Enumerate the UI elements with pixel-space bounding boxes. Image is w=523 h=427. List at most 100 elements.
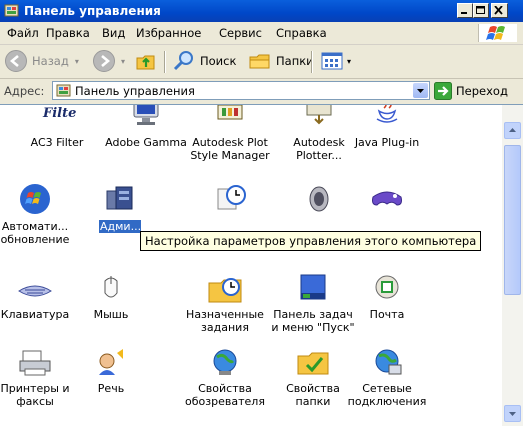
title-bar[interactable]: Панель управления	[0, 0, 523, 22]
item-label-selected: Адми... ов...	[99, 220, 141, 233]
up-button[interactable]	[134, 49, 158, 73]
speech-icon	[99, 349, 123, 375]
keyboard-icon	[18, 285, 52, 297]
address-bar: Адрес: Панель управления Переход	[0, 79, 523, 103]
search-label: Поиск	[200, 54, 237, 68]
mail-icon	[375, 275, 399, 299]
item-java-plugin[interactable]: Java Plug-in	[344, 105, 430, 149]
address-value: Панель управления	[75, 84, 195, 98]
item-label: Автомати... обновление	[0, 220, 70, 246]
toolbar-separator	[311, 51, 313, 73]
item-administrative-tools[interactable]: Адми... ов...	[90, 181, 150, 236]
item-label: Принтеры и факсы	[0, 382, 70, 408]
item-scheduled-tasks[interactable]: Назначенные задания	[175, 273, 275, 334]
item-adobe-gamma[interactable]: Adobe Gamma	[103, 105, 189, 149]
item-ac3-filter[interactable]: Filter AC3 Filter	[14, 105, 100, 149]
search-button[interactable]: Поиск	[172, 49, 236, 73]
item-autodesk-plot-style[interactable]: Autodesk Plot Style Manager	[187, 105, 273, 162]
scroll-thumb[interactable]	[504, 145, 521, 295]
address-dropdown-button[interactable]	[413, 83, 428, 98]
tooltip: Настройка параметров управления этого ко…	[140, 231, 482, 251]
back-label: Назад	[32, 54, 69, 68]
window-title: Панель управления	[24, 4, 161, 18]
toolbar-separator	[164, 51, 166, 73]
toolbar: Назад ▾ ▾ Поиск Папки ▾	[0, 45, 523, 79]
item-label: Свойства папки	[286, 382, 340, 408]
internet-options-icon	[213, 349, 237, 375]
item-mail[interactable]: Почта	[344, 273, 430, 321]
views-dropdown-icon[interactable]: ▾	[347, 57, 351, 66]
network-icon	[375, 349, 402, 375]
item-label: Клавиатура	[0, 308, 70, 321]
item-automatic-updates[interactable]: Автомати... обновление	[0, 181, 70, 246]
java-icon	[376, 105, 398, 123]
minimize-button[interactable]	[457, 3, 473, 18]
chevron-up-icon	[509, 128, 516, 132]
gamepad-icon	[372, 191, 402, 206]
item-label: Панель задач и меню "Пуск"	[271, 308, 355, 334]
scroll-down-button[interactable]	[504, 405, 521, 422]
search-icon	[173, 51, 193, 71]
vertical-scrollbar[interactable]	[502, 104, 523, 426]
clock-icon	[217, 185, 246, 210]
item-game-controllers[interactable]	[344, 181, 430, 220]
forward-dropdown-icon[interactable]: ▾	[121, 57, 125, 66]
svg-text:Filter: Filter	[42, 106, 77, 121]
folders-label: Папки	[276, 54, 314, 68]
item-printers-faxes[interactable]: Принтеры и факсы	[0, 347, 70, 408]
mouse-icon	[104, 276, 118, 298]
folder-options-icon	[297, 352, 329, 375]
item-label: Adobe Gamma	[105, 136, 187, 149]
back-dropdown-icon[interactable]: ▾	[75, 57, 79, 66]
plotter-icon	[306, 105, 332, 125]
folders-button[interactable]: Папки	[248, 49, 314, 73]
back-button[interactable]: Назад ▾	[4, 49, 79, 73]
item-network-connections[interactable]: Сетевые подключения	[344, 347, 430, 408]
go-label: Переход	[456, 84, 508, 98]
windows-update-icon	[20, 184, 50, 214]
item-label: Autodesk Plotter...	[293, 136, 345, 162]
speaker-icon	[309, 186, 329, 212]
close-icon	[494, 6, 503, 15]
item-label: Мышь	[93, 308, 129, 321]
ac3-filter-icon: Filter	[42, 106, 77, 121]
menu-edit[interactable]: Правка	[46, 26, 90, 40]
menu-view[interactable]: Вид	[102, 26, 125, 40]
admin-tools-icon	[106, 186, 133, 210]
scroll-up-button[interactable]	[504, 122, 521, 139]
back-arrow-icon	[5, 50, 27, 72]
address-label: Адрес:	[4, 84, 45, 98]
menu-tools[interactable]: Сервис	[219, 26, 262, 40]
address-field[interactable]: Панель управления	[52, 81, 430, 100]
item-internet-options[interactable]: Свойства обозревателя	[180, 347, 270, 408]
item-label: Autodesk Plot Style Manager	[190, 136, 270, 162]
scheduled-tasks-icon	[208, 278, 242, 303]
item-keyboard[interactable]: Клавиатура	[0, 273, 70, 321]
forward-button[interactable]: ▾	[92, 49, 125, 73]
control-panel-small-icon	[56, 84, 71, 97]
chevron-down-icon	[509, 412, 516, 416]
explorer-window: Панель управления Файл Правка Вид Избран…	[0, 0, 523, 427]
item-label: Почта	[369, 308, 405, 321]
item-speech[interactable]: Речь	[76, 347, 146, 395]
views-button[interactable]: ▾	[320, 49, 351, 73]
close-button[interactable]	[491, 3, 508, 18]
item-label: Сетевые подключения	[347, 382, 427, 408]
control-panel-items: Filter AC3 Filter Adobe Gamma Autodesk P…	[0, 104, 502, 427]
maximize-button[interactable]	[473, 3, 489, 18]
folders-icon	[249, 54, 270, 69]
menu-file[interactable]: Файл	[7, 26, 39, 40]
views-icon	[321, 52, 343, 70]
menu-help[interactable]: Справка	[276, 26, 327, 40]
item-label: Свойства обозревателя	[185, 382, 265, 408]
item-label: AC3 Filter	[30, 136, 84, 149]
monitor-icon	[133, 105, 159, 125]
plot-style-icon	[217, 105, 243, 120]
item-mouse[interactable]: Мышь	[76, 273, 146, 321]
item-label: Речь	[97, 382, 125, 395]
menu-favorites[interactable]: Избранное	[136, 26, 201, 40]
go-arrow-icon	[434, 82, 452, 100]
go-button[interactable]: Переход	[434, 82, 520, 100]
maximize-icon	[476, 6, 485, 14]
item-date-time[interactable]	[187, 181, 273, 220]
